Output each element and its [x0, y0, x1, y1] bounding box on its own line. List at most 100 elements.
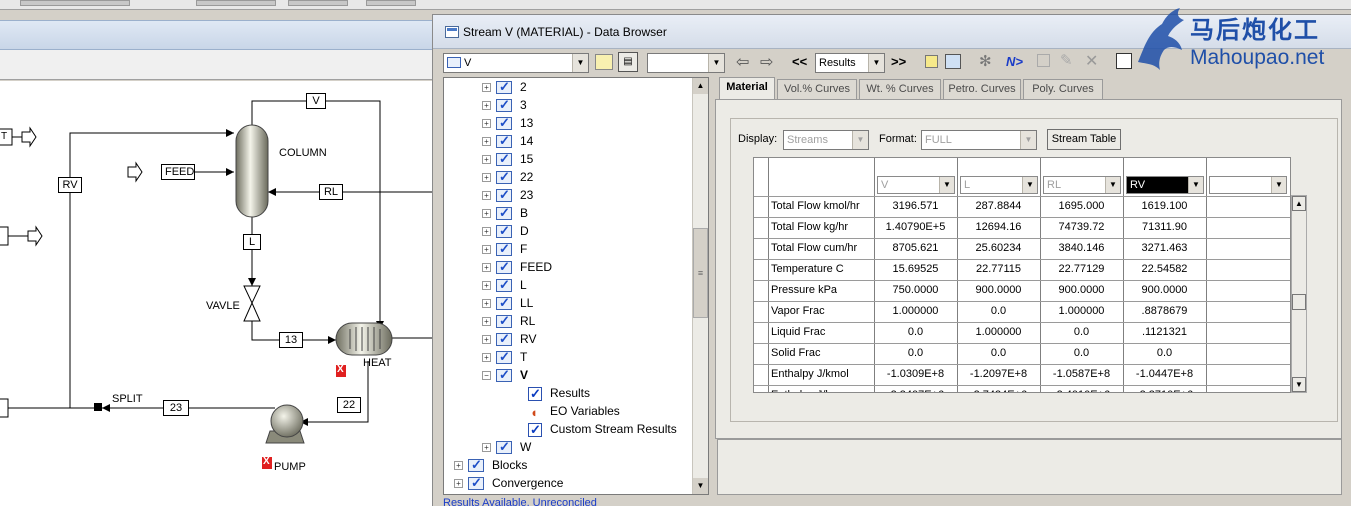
expand-icon[interactable]: +: [482, 119, 491, 129]
next-button[interactable]: >>: [891, 54, 906, 69]
expand-icon[interactable]: +: [454, 479, 463, 489]
delete-icon[interactable]: ✕: [1085, 51, 1098, 71]
display-select[interactable]: Streams ▼: [783, 130, 869, 150]
grid-cell[interactable]: -2.7434E+6: [957, 385, 1040, 392]
scroll-up-icon[interactable]: ▲: [693, 78, 708, 94]
grid-scrollbar[interactable]: ▲ ▼: [1291, 195, 1307, 393]
grid-cell[interactable]: 3196.571: [874, 196, 957, 216]
gear-icon[interactable]: ✻: [979, 52, 992, 70]
grid-cell[interactable]: -2.3710E+6: [1123, 385, 1206, 392]
object-select[interactable]: V ▼: [443, 53, 589, 73]
tree-item-stream[interactable]: +F: [482, 240, 527, 258]
grid-cell[interactable]: 0.0: [1123, 343, 1206, 363]
edit-pencil-icon[interactable]: ✎: [1060, 51, 1073, 69]
notes-icon[interactable]: [925, 55, 938, 68]
scroll-thumb[interactable]: [1292, 294, 1306, 310]
tab-material[interactable]: Material: [719, 77, 775, 100]
stream-13-box[interactable]: 13: [279, 332, 303, 348]
grid-cell[interactable]: 750.0000: [874, 280, 957, 300]
grid-cell[interactable]: 1.000000: [957, 322, 1040, 342]
expand-icon[interactable]: +: [482, 281, 491, 291]
forward-arrow-icon[interactable]: ⇨: [760, 52, 773, 72]
collapse-icon[interactable]: −: [482, 371, 491, 381]
grid-cell[interactable]: 15.69525: [874, 259, 957, 279]
tree-item-stream[interactable]: +22: [482, 168, 533, 186]
grid-cell[interactable]: -2.4010E+6: [1040, 385, 1123, 392]
grid-cell[interactable]: .8878679: [1123, 301, 1206, 321]
tree-item-stream[interactable]: +T: [482, 348, 527, 366]
tree-item-stream[interactable]: +D: [482, 222, 529, 240]
tree-item-stream[interactable]: + RV: [482, 330, 536, 348]
stream-table-button[interactable]: Stream Table: [1047, 129, 1121, 150]
grid-cell[interactable]: 1619.100: [1123, 196, 1206, 216]
grid-cell[interactable]: -2.3407E+6: [874, 385, 957, 392]
grid-cell[interactable]: 71311.90: [1123, 217, 1206, 237]
expand-icon[interactable]: +: [482, 353, 491, 363]
tree-item-stream[interactable]: +3: [482, 96, 527, 114]
tree-scrollbar[interactable]: ▲ ≡ ▼: [692, 78, 708, 494]
grid-cell[interactable]: 8705.621: [874, 238, 957, 258]
grid-cell[interactable]: .1121321: [1123, 322, 1206, 342]
grid-cell[interactable]: 12694.16: [957, 217, 1040, 237]
results-select[interactable]: Results ▼: [815, 53, 885, 73]
grid-cell[interactable]: 0.0: [1040, 322, 1123, 342]
grid-cell[interactable]: 900.0000: [957, 280, 1040, 300]
back-arrow-icon[interactable]: ⇦: [736, 52, 749, 72]
stream-22-box[interactable]: 22: [337, 397, 361, 413]
column-stream-select[interactable]: ▼: [1209, 176, 1287, 194]
grid-cell[interactable]: 0.0: [957, 301, 1040, 321]
tree-item-results[interactable]: Results: [528, 384, 590, 403]
tab-petro-curves[interactable]: Petro. Curves: [943, 79, 1021, 99]
tree-item-stream[interactable]: +2: [482, 78, 527, 96]
tab-poly-curves[interactable]: Poly. Curves: [1023, 79, 1103, 99]
expand-icon[interactable]: +: [482, 83, 491, 93]
next-input-button[interactable]: N>: [1006, 54, 1023, 69]
tree-item-results[interactable]: Custom Stream Results: [528, 420, 677, 439]
tree-item-stream[interactable]: +W: [482, 438, 531, 456]
scroll-thumb[interactable]: ≡: [693, 228, 708, 318]
tree-item-stream[interactable]: +13: [482, 114, 533, 132]
stream-v-box[interactable]: V: [306, 93, 326, 109]
tree-item-stream[interactable]: +14: [482, 132, 533, 150]
grid-cell[interactable]: 900.0000: [1123, 280, 1206, 300]
grid-cell[interactable]: 3271.463: [1123, 238, 1206, 258]
section-select[interactable]: ▼: [647, 53, 725, 73]
grid-cell[interactable]: 0.0: [874, 322, 957, 342]
new-icon[interactable]: [1037, 54, 1050, 67]
tree-item-stream[interactable]: +15: [482, 150, 533, 168]
tree-item-stream[interactable]: + LL: [482, 294, 533, 312]
expand-icon[interactable]: +: [482, 173, 491, 183]
scroll-down-icon[interactable]: ▼: [1292, 377, 1306, 392]
tree-item-blocks[interactable]: + Blocks: [454, 456, 527, 474]
grid-cell[interactable]: -1.0587E+8: [1040, 364, 1123, 384]
tree-item-stream[interactable]: +B: [482, 204, 528, 222]
expand-icon[interactable]: +: [482, 245, 491, 255]
tree-item-stream[interactable]: + FEED: [482, 258, 552, 276]
column-stream-select[interactable]: V ▼: [877, 176, 955, 194]
report-icon[interactable]: [945, 54, 961, 69]
tree-item-stream[interactable]: −V: [482, 366, 528, 384]
grid-cell[interactable]: 1.000000: [1040, 301, 1123, 321]
expand-icon[interactable]: +: [482, 299, 491, 309]
tree-item-stream[interactable]: +23: [482, 186, 533, 204]
grid-cell[interactable]: -1.2097E+8: [957, 364, 1040, 384]
grid-cell[interactable]: 22.54582: [1123, 259, 1206, 279]
tree-toggle-icon[interactable]: ▤: [618, 52, 638, 72]
tree-item-stream[interactable]: +L: [482, 276, 527, 294]
process-flowsheet[interactable]: T COLUMN VAVLE HEAT SPLIT PUMP X X V RV …: [0, 81, 432, 506]
expand-icon[interactable]: +: [482, 101, 491, 111]
grid-cell[interactable]: 1695.000: [1040, 196, 1123, 216]
column-stream-select[interactable]: RL ▼: [1043, 176, 1121, 194]
format-select[interactable]: FULL ▼: [921, 130, 1037, 150]
previous-button[interactable]: <<: [792, 54, 807, 69]
up-folder-icon[interactable]: [595, 54, 613, 70]
grid-cell[interactable]: 22.77129: [1040, 259, 1123, 279]
grid-cell[interactable]: 0.0: [957, 343, 1040, 363]
tree-item-convergence[interactable]: + Convergence: [454, 474, 563, 492]
grid-cell[interactable]: 0.0: [874, 343, 957, 363]
expand-icon[interactable]: +: [454, 461, 463, 471]
grid-cell[interactable]: -1.0309E+8: [874, 364, 957, 384]
grid-cell[interactable]: 1.000000: [874, 301, 957, 321]
scroll-down-icon[interactable]: ▼: [693, 478, 708, 494]
grid-cell[interactable]: 25.60234: [957, 238, 1040, 258]
